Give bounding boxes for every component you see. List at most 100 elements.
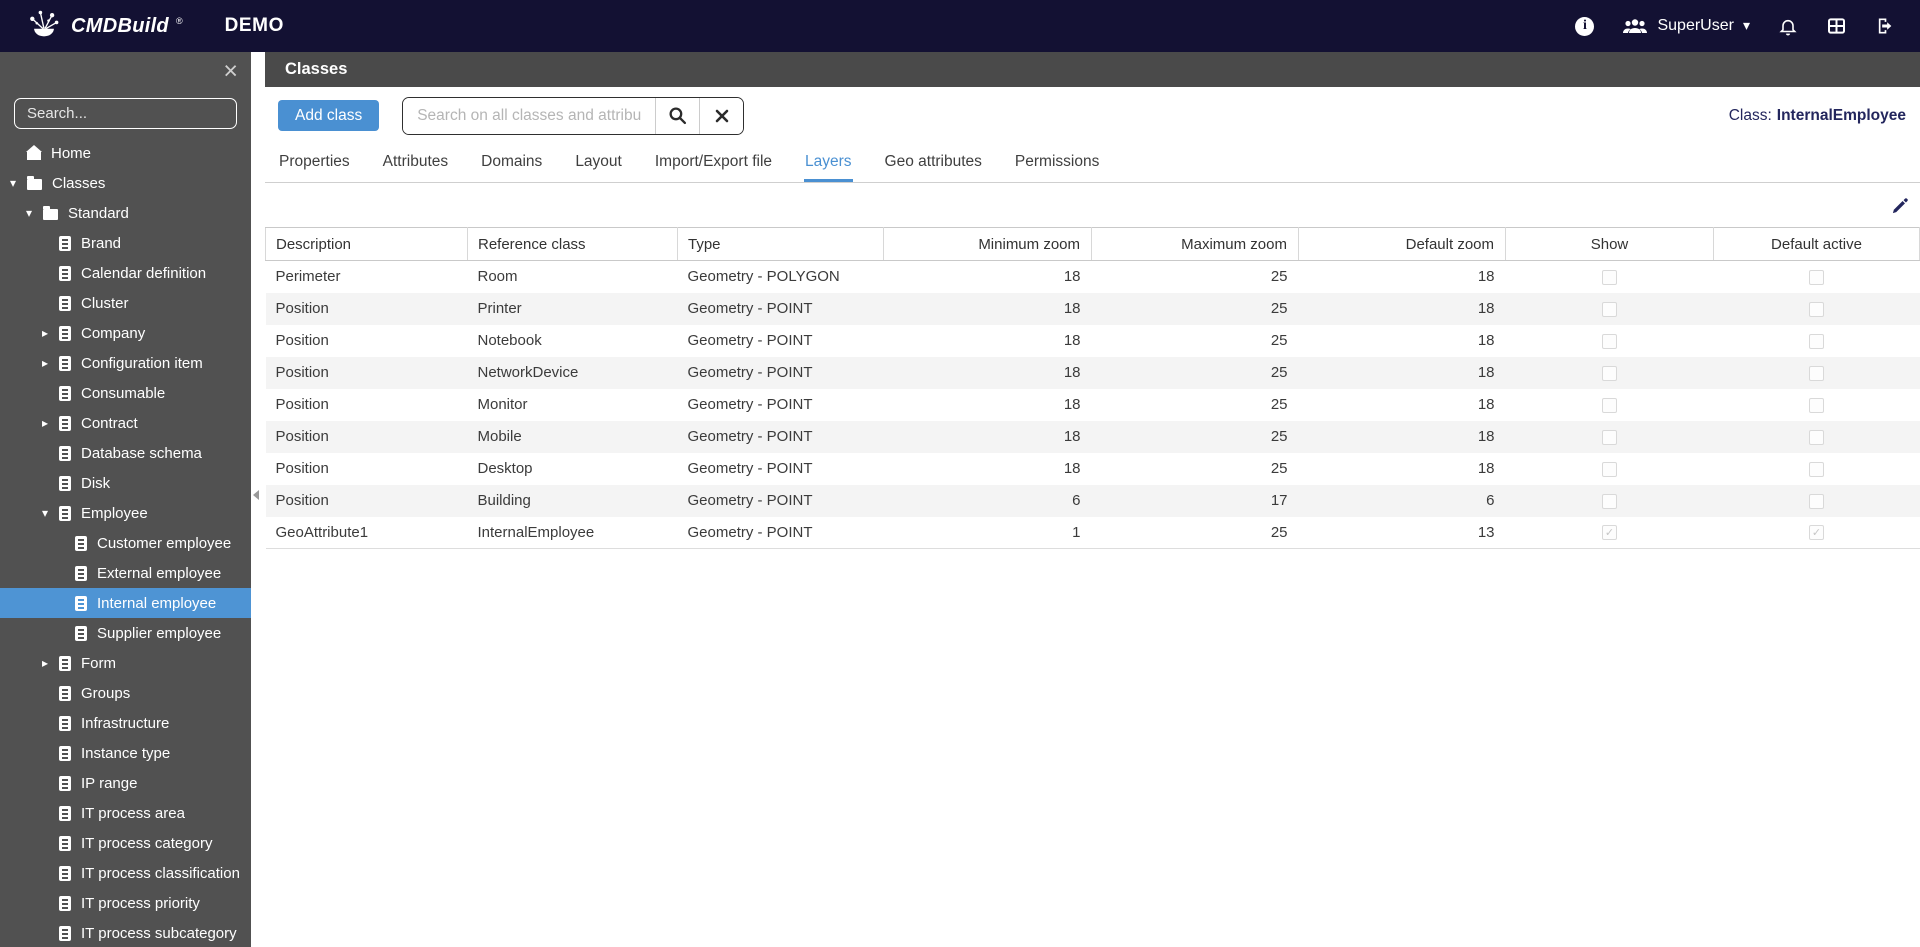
sidebar-tree-item[interactable]: Classes: [0, 168, 251, 198]
tab[interactable]: Layout: [574, 144, 623, 182]
default-active-checkbox[interactable]: [1809, 365, 1824, 381]
search-button[interactable]: [656, 97, 700, 134]
table-row[interactable]: Position Building Geometry - POINT 6 17 …: [265, 484, 1920, 517]
sidebar-tree-item[interactable]: Internal employee: [0, 588, 251, 618]
tree-caret-icon[interactable]: [42, 357, 59, 369]
tab[interactable]: Attributes: [382, 144, 449, 182]
show-checkbox[interactable]: [1602, 333, 1617, 349]
sidebar-tree-item[interactable]: Contract: [0, 408, 251, 438]
sidebar-tree-item[interactable]: Company: [0, 318, 251, 348]
column-header-description[interactable]: Description: [265, 227, 468, 261]
tree-caret-icon[interactable]: [42, 657, 59, 669]
sidebar-tree-item[interactable]: IT process category: [0, 828, 251, 858]
info-icon[interactable]: [1575, 16, 1595, 36]
tab[interactable]: Layers: [804, 144, 853, 182]
cell-reference-class: Building: [477, 492, 531, 509]
edit-button[interactable]: [1889, 194, 1912, 220]
logout-icon[interactable]: [1875, 16, 1896, 36]
sidebar-tree-item[interactable]: Calendar definition: [0, 258, 251, 288]
sidebar-tree-item[interactable]: Employee: [0, 498, 251, 528]
cell-minimum-zoom: 18: [1063, 300, 1081, 317]
sidebar-tree-item[interactable]: Home: [0, 138, 251, 168]
show-checkbox[interactable]: [1602, 493, 1617, 509]
show-checkbox[interactable]: [1602, 269, 1617, 285]
tree-caret-icon[interactable]: [42, 507, 59, 519]
show-checkbox[interactable]: [1602, 301, 1617, 317]
sidebar-tree-item[interactable]: Cluster: [0, 288, 251, 318]
tab[interactable]: Domains: [480, 144, 543, 182]
clear-search-button[interactable]: [700, 97, 744, 134]
table-row[interactable]: GeoAttribute1 InternalEmployee Geometry …: [266, 517, 1920, 549]
current-class-label: Class: InternalEmployee: [1729, 107, 1906, 125]
column-header-default-active[interactable]: Default active: [1713, 227, 1920, 261]
sidebar-tree-item[interactable]: Form: [0, 648, 251, 678]
table-row[interactable]: Position Monitor Geometry - POINT 18 25 …: [266, 389, 1920, 421]
sidebar-tree-item[interactable]: IT process area: [0, 798, 251, 828]
sidebar-tree-item[interactable]: IT process subcategory: [0, 918, 251, 947]
default-active-checkbox[interactable]: [1809, 397, 1824, 413]
column-header-show[interactable]: Show: [1505, 227, 1714, 261]
cell-description: Position: [275, 428, 329, 445]
sidebar-tree-item[interactable]: Consumable: [0, 378, 251, 408]
default-active-checkbox[interactable]: [1809, 461, 1824, 477]
column-header-reference-class[interactable]: Reference class: [467, 227, 678, 261]
sidebar-tree-item[interactable]: Disk: [0, 468, 251, 498]
sidebar-tree-item[interactable]: External employee: [0, 558, 251, 588]
sidebar-tree-item[interactable]: Configuration item: [0, 348, 251, 378]
add-class-button[interactable]: Add class: [278, 100, 380, 131]
tab[interactable]: Properties: [278, 144, 351, 182]
column-header-minimum-zoom[interactable]: Minimum zoom: [883, 227, 1092, 261]
sidebar-tree-item[interactable]: Brand: [0, 228, 251, 258]
tree-item-icon: [59, 295, 71, 311]
tree-caret-icon[interactable]: [10, 177, 27, 189]
show-checkbox[interactable]: [1602, 525, 1617, 541]
sidebar-tree-item[interactable]: Standard: [0, 198, 251, 228]
sidebar-tree-item[interactable]: Customer employee: [0, 528, 251, 558]
column-header-default-zoom[interactable]: Default zoom: [1298, 227, 1506, 261]
tree-caret-icon[interactable]: [42, 417, 59, 429]
sidebar-tree-item[interactable]: Infrastructure: [0, 708, 251, 738]
user-menu[interactable]: SuperUser: [1622, 17, 1750, 36]
tree-item-icon: [59, 385, 71, 401]
sidebar-collapse-handle[interactable]: [253, 490, 259, 500]
default-active-checkbox[interactable]: [1809, 301, 1824, 317]
sidebar-tree-item[interactable]: IP range: [0, 768, 251, 798]
sidebar-tree-item[interactable]: Database schema: [0, 438, 251, 468]
sidebar-search-input[interactable]: [14, 98, 237, 129]
default-active-checkbox[interactable]: [1809, 429, 1824, 445]
column-header-type[interactable]: Type: [677, 227, 884, 261]
table-row[interactable]: Position Notebook Geometry - POINT 18 25…: [266, 325, 1920, 357]
show-checkbox[interactable]: [1602, 397, 1617, 413]
close-icon[interactable]: [223, 59, 238, 84]
show-checkbox[interactable]: [1602, 461, 1617, 477]
tree-caret-icon[interactable]: [42, 327, 59, 339]
default-active-checkbox[interactable]: [1809, 493, 1824, 509]
default-active-checkbox[interactable]: [1809, 333, 1824, 349]
default-active-checkbox[interactable]: [1809, 269, 1824, 285]
sidebar-tree-item[interactable]: Instance type: [0, 738, 251, 768]
tab[interactable]: Geo attributes: [884, 144, 983, 182]
tree-item-icon: [59, 445, 71, 461]
table-row[interactable]: Position Desktop Geometry - POINT 18 25 …: [266, 453, 1920, 485]
sidebar-tree-item[interactable]: Groups: [0, 678, 251, 708]
table-row[interactable]: Position Mobile Geometry - POINT 18 25 1…: [265, 420, 1920, 453]
tree-caret-icon[interactable]: [26, 207, 43, 219]
grid-view-icon[interactable]: [1826, 16, 1847, 36]
notifications-bell-icon[interactable]: [1778, 16, 1798, 37]
sidebar-tree-item[interactable]: Supplier employee: [0, 618, 251, 648]
table-row[interactable]: Position NetworkDevice Geometry - POINT …: [265, 356, 1920, 389]
class-search-input[interactable]: [403, 97, 656, 134]
table-row[interactable]: Position Printer Geometry - POINT 18 25 …: [265, 292, 1920, 325]
sidebar-tree-item[interactable]: IT process classification: [0, 858, 251, 888]
tab[interactable]: Permissions: [1014, 144, 1100, 182]
app-logo[interactable]: CMDBuild ®: [24, 8, 183, 44]
column-header-maximum-zoom[interactable]: Maximum zoom: [1091, 227, 1299, 261]
show-checkbox[interactable]: [1602, 365, 1617, 381]
cell-type: Geometry - POINT: [687, 492, 813, 509]
cell-maximum-zoom: 25: [1270, 396, 1288, 413]
table-row[interactable]: Perimeter Room Geometry - POLYGON 18 25 …: [266, 261, 1920, 293]
tab[interactable]: Import/Export file: [654, 144, 773, 182]
show-checkbox[interactable]: [1602, 429, 1617, 445]
sidebar-tree-item[interactable]: IT process priority: [0, 888, 251, 918]
default-active-checkbox[interactable]: [1809, 525, 1824, 541]
